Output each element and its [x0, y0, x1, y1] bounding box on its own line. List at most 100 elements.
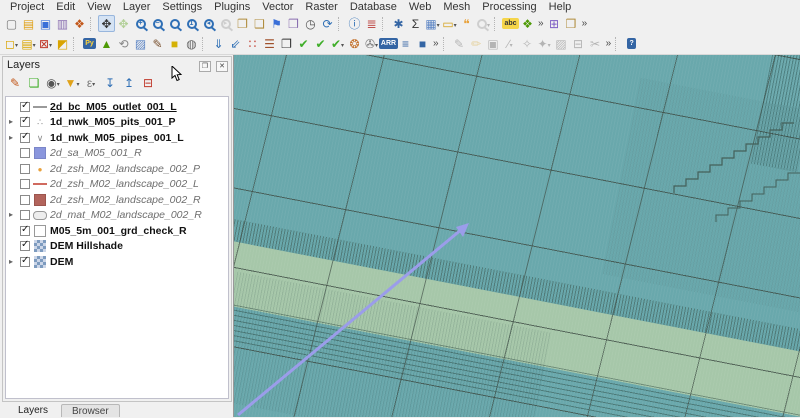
- reload-plugin-button[interactable]: ⟲: [115, 35, 132, 52]
- extract-arr-button[interactable]: ≡: [397, 35, 414, 52]
- toggle-editing-button[interactable]: ✏: [468, 35, 485, 52]
- open-attribute-table-button[interactable]: ▦▾: [424, 15, 441, 32]
- menu-settings[interactable]: Settings: [156, 0, 208, 14]
- tuflow-viewer-button[interactable]: ❐: [278, 35, 295, 52]
- layer-visibility-checkbox[interactable]: [20, 241, 30, 251]
- menu-vector[interactable]: Vector: [256, 0, 299, 14]
- cube-plugin-button[interactable]: ■: [166, 35, 183, 52]
- statistical-summary-button[interactable]: ≣: [363, 15, 380, 32]
- tcf-tool-button[interactable]: ∷: [244, 35, 261, 52]
- layer-visibility-checkbox[interactable]: [20, 195, 30, 205]
- menu-database[interactable]: Database: [344, 0, 403, 14]
- open-layer-styling-button[interactable]: ✎: [7, 75, 23, 91]
- zoom-next-button[interactable]: ▸: [217, 15, 234, 32]
- layer-visibility-checkbox[interactable]: [20, 226, 30, 236]
- increment-layer-button[interactable]: ⇙: [227, 35, 244, 52]
- python-console-button[interactable]: Py: [81, 35, 98, 52]
- map-tips-button[interactable]: ❝: [458, 15, 475, 32]
- measure-line-button[interactable]: ▭▾: [441, 15, 458, 32]
- close-panel-button[interactable]: ✕: [216, 61, 228, 72]
- layer-item-2d-zsh-landscape-P[interactable]: ▸ 2d_zsh_M02_landscape_002_P: [6, 161, 228, 177]
- remove-layer-button[interactable]: ⊟: [140, 75, 156, 91]
- zoom-out-button[interactable]: −: [149, 15, 166, 32]
- modify-attributes-button[interactable]: ▨: [553, 35, 570, 52]
- layer-item-dem-hillshade[interactable]: ▸ DEM Hillshade: [6, 239, 228, 255]
- expand-all-button[interactable]: ↧: [102, 75, 118, 91]
- delete-selected-button[interactable]: ⊟: [570, 35, 587, 52]
- layer-item-2d-mat-landscape[interactable]: ▸ 2d_mat_M02_landscape_002_R: [6, 208, 228, 224]
- menu-plugins[interactable]: Plugins: [208, 0, 256, 14]
- layer-visibility-checkbox[interactable]: [20, 133, 30, 143]
- expander-icon[interactable]: ▸: [9, 134, 17, 142]
- layer-labeling-button[interactable]: abc: [502, 15, 519, 32]
- layout-manager-button[interactable]: ▥: [54, 15, 71, 32]
- import-tuflow-files-button[interactable]: ⇓: [210, 35, 227, 52]
- layer-item-2d-zsh-landscape-R[interactable]: ▸ 2d_zsh_M02_landscape_002_R: [6, 192, 228, 208]
- select-features-button[interactable]: ◻▾: [3, 35, 20, 52]
- temporal-controller-button[interactable]: ◷: [302, 15, 319, 32]
- layer-item-2d-bc-M05-outlet[interactable]: ▸ 2d_bc_M05_outlet_001_L: [6, 99, 228, 115]
- new-spatial-bookmark-button[interactable]: ⚑: [268, 15, 285, 32]
- float-panel-button[interactable]: ❐: [199, 61, 211, 72]
- menu-view[interactable]: View: [81, 0, 117, 14]
- filter-by-expression-button[interactable]: ε▾: [83, 75, 99, 91]
- menu-layer[interactable]: Layer: [117, 0, 157, 14]
- add-line-feature-button[interactable]: ∕▾: [502, 35, 519, 52]
- toolbar-overflow-chevron[interactable]: »: [536, 18, 546, 29]
- vertex-tool-current-layer-button[interactable]: ✦▾: [536, 35, 553, 52]
- zoom-native-button[interactable]: 1: [183, 15, 200, 32]
- check-1d-connections-button[interactable]: ✔▾: [329, 35, 346, 52]
- zoom-in-button[interactable]: +: [132, 15, 149, 32]
- digitize-check-plugin-button[interactable]: ✎: [149, 35, 166, 52]
- tile-plugin-button[interactable]: ■: [414, 35, 431, 52]
- menu-web[interactable]: Web: [403, 0, 437, 14]
- new-map-view-button[interactable]: ❐: [234, 15, 251, 32]
- pan-map-button[interactable]: ✥: [98, 15, 115, 32]
- expander-icon[interactable]: ▸: [9, 258, 17, 266]
- layers-panel-header[interactable]: Layers ❐ ✕: [3, 57, 231, 72]
- tab-browser[interactable]: Browser: [61, 404, 120, 417]
- show-bookmarks-button[interactable]: ❒: [285, 15, 302, 32]
- layer-diagram-button[interactable]: ❖: [519, 15, 536, 32]
- menu-help[interactable]: Help: [543, 0, 578, 14]
- save-project-button[interactable]: ▣: [37, 15, 54, 32]
- tuflow-plugin-button[interactable]: ❂: [346, 35, 363, 52]
- tab-layers[interactable]: Layers: [8, 404, 58, 417]
- terrain-plugin-button[interactable]: ▲: [98, 35, 115, 52]
- help-button[interactable]: ?: [623, 35, 640, 52]
- manage-map-themes-button[interactable]: ◉▾: [45, 75, 61, 91]
- layer-item-dem[interactable]: ▸ DEM: [6, 254, 228, 270]
- map-canvas[interactable]: [233, 55, 800, 417]
- open-project-button[interactable]: ▤: [20, 15, 37, 32]
- zoom-last-button[interactable]: ◂: [200, 15, 217, 32]
- vertex-tool-all-layers-button[interactable]: ✧: [519, 35, 536, 52]
- layer-visibility-checkbox[interactable]: [20, 117, 30, 127]
- layer-item-2d-zsh-landscape-L[interactable]: ▸ 2d_zsh_M02_landscape_002_L: [6, 177, 228, 193]
- expander-icon[interactable]: ▸: [9, 118, 17, 126]
- zoom-to-selection-button[interactable]: ▾: [475, 15, 492, 32]
- filter-legend-button[interactable]: ▼▾: [64, 75, 80, 91]
- menu-mesh[interactable]: Mesh: [437, 0, 476, 14]
- insert-tuflow-attributes-button[interactable]: ☰: [261, 35, 278, 52]
- save-layer-edits-button[interactable]: ▣: [485, 35, 502, 52]
- processing-toolbox-button[interactable]: ✱: [390, 15, 407, 32]
- collapse-all-button[interactable]: ↥: [121, 75, 137, 91]
- cut-features-button[interactable]: ✂: [587, 35, 604, 52]
- menu-processing[interactable]: Processing: [476, 0, 542, 14]
- ring-plugin-button[interactable]: ◍: [183, 35, 200, 52]
- toolbar-overflow-chevron[interactable]: »: [431, 38, 441, 49]
- menu-edit[interactable]: Edit: [50, 0, 81, 14]
- new-project-button[interactable]: ▢: [3, 15, 20, 32]
- layer-item-M05-5m-grd-check[interactable]: ▸ M05_5m_001_grd_check_R: [6, 223, 228, 239]
- layer-visibility-checkbox[interactable]: [20, 179, 30, 189]
- data-source-manager-button[interactable]: ❒: [563, 15, 580, 32]
- check-tuflow-layers-button[interactable]: ✔: [312, 35, 329, 52]
- style-manager-button[interactable]: ❖: [71, 15, 88, 32]
- refresh-map-button[interactable]: ⟳: [319, 15, 336, 32]
- current-edits-button[interactable]: ✎: [451, 35, 468, 52]
- layer-item-1d-nwk-M05-pipes[interactable]: ▸ ∨ 1d_nwk_M05_pipes_001_L: [6, 130, 228, 146]
- toolbar-overflow-chevron[interactable]: »: [580, 18, 590, 29]
- add-group-button[interactable]: ❏: [26, 75, 42, 91]
- show-sum-button[interactable]: Σ: [407, 15, 424, 32]
- select-by-value-button[interactable]: ▤▾: [20, 35, 37, 52]
